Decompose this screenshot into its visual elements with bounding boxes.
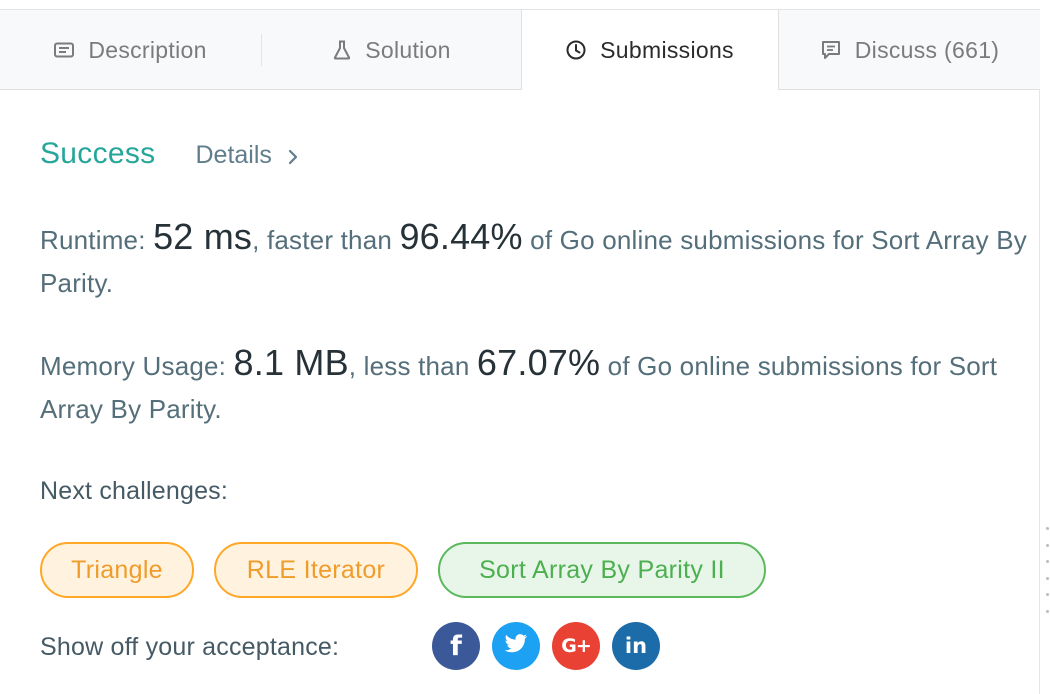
facebook-icon: f — [450, 630, 462, 662]
tab-description[interactable]: Description — [0, 10, 261, 90]
linkedin-icon: in — [624, 634, 648, 658]
status-success: Success — [40, 137, 156, 170]
google-plus-share-button[interactable]: G+ — [552, 622, 600, 670]
runtime-label: Runtime: — [40, 225, 154, 255]
handle-dot — [1045, 527, 1049, 530]
handle-dot — [1045, 576, 1049, 580]
flask-icon — [333, 40, 351, 60]
comment-icon — [821, 40, 841, 60]
handle-dot — [1045, 560, 1049, 564]
tab-label: Discuss (661) — [854, 36, 1000, 63]
handle-dot — [1045, 609, 1049, 613]
twitter-icon — [504, 634, 528, 658]
tab-bar: Description Solution Submissions Discuss… — [0, 9, 1040, 90]
next-challenges-label: Next challenges: — [40, 477, 229, 505]
tab-submissions[interactable]: Submissions — [521, 9, 779, 90]
runtime-stat: Runtime: 52 ms, faster than 96.44% of Go… — [40, 215, 1040, 305]
challenge-chip-sort-array-by-parity-ii[interactable]: Sort Array By Parity II — [438, 542, 766, 598]
memory-label: Memory Usage: — [40, 351, 234, 381]
facebook-share-button[interactable]: f — [432, 622, 480, 670]
google-plus-icon: G+ — [561, 635, 591, 657]
challenge-chip-triangle[interactable]: Triangle — [40, 542, 194, 598]
memory-percentile: 67.07% — [476, 342, 601, 383]
linkedin-share-button[interactable]: in — [612, 622, 660, 670]
twitter-share-button[interactable] — [492, 622, 540, 670]
status-row: Success Details — [40, 137, 298, 171]
memory-comparison: , less than — [348, 351, 477, 381]
runtime-percentile: 96.44% — [399, 216, 523, 257]
handle-dot — [1045, 543, 1049, 547]
submission-panel: Success Details Runtime: 52 ms, faster t… — [0, 89, 1040, 694]
challenge-chip-rle-iterator[interactable]: RLE Iterator — [214, 542, 418, 598]
tab-label: Description — [88, 36, 207, 63]
tab-label: Submissions — [600, 36, 734, 63]
details-link[interactable]: Details — [195, 141, 298, 170]
description-icon — [54, 42, 75, 58]
runtime-comparison: , faster than — [252, 225, 400, 255]
chevron-right-icon — [288, 149, 298, 165]
handle-dot — [1045, 593, 1049, 597]
tab-discuss[interactable]: Discuss (661) — [780, 10, 1040, 90]
tab-label: Solution — [365, 36, 451, 63]
runtime-value: 52 ms — [153, 216, 253, 257]
memory-value: 8.1 MB — [233, 342, 349, 383]
submission-result-page: Description Solution Submissions Discuss… — [0, 0, 1050, 694]
details-label: Details — [195, 141, 272, 169]
share-label: Show off your acceptance: — [40, 633, 340, 661]
resize-handle[interactable] — [1044, 527, 1050, 613]
clock-icon — [566, 40, 586, 60]
memory-stat: Memory Usage: 8.1 MB, less than 67.07% o… — [40, 341, 1040, 431]
tab-solution[interactable]: Solution — [262, 10, 522, 90]
